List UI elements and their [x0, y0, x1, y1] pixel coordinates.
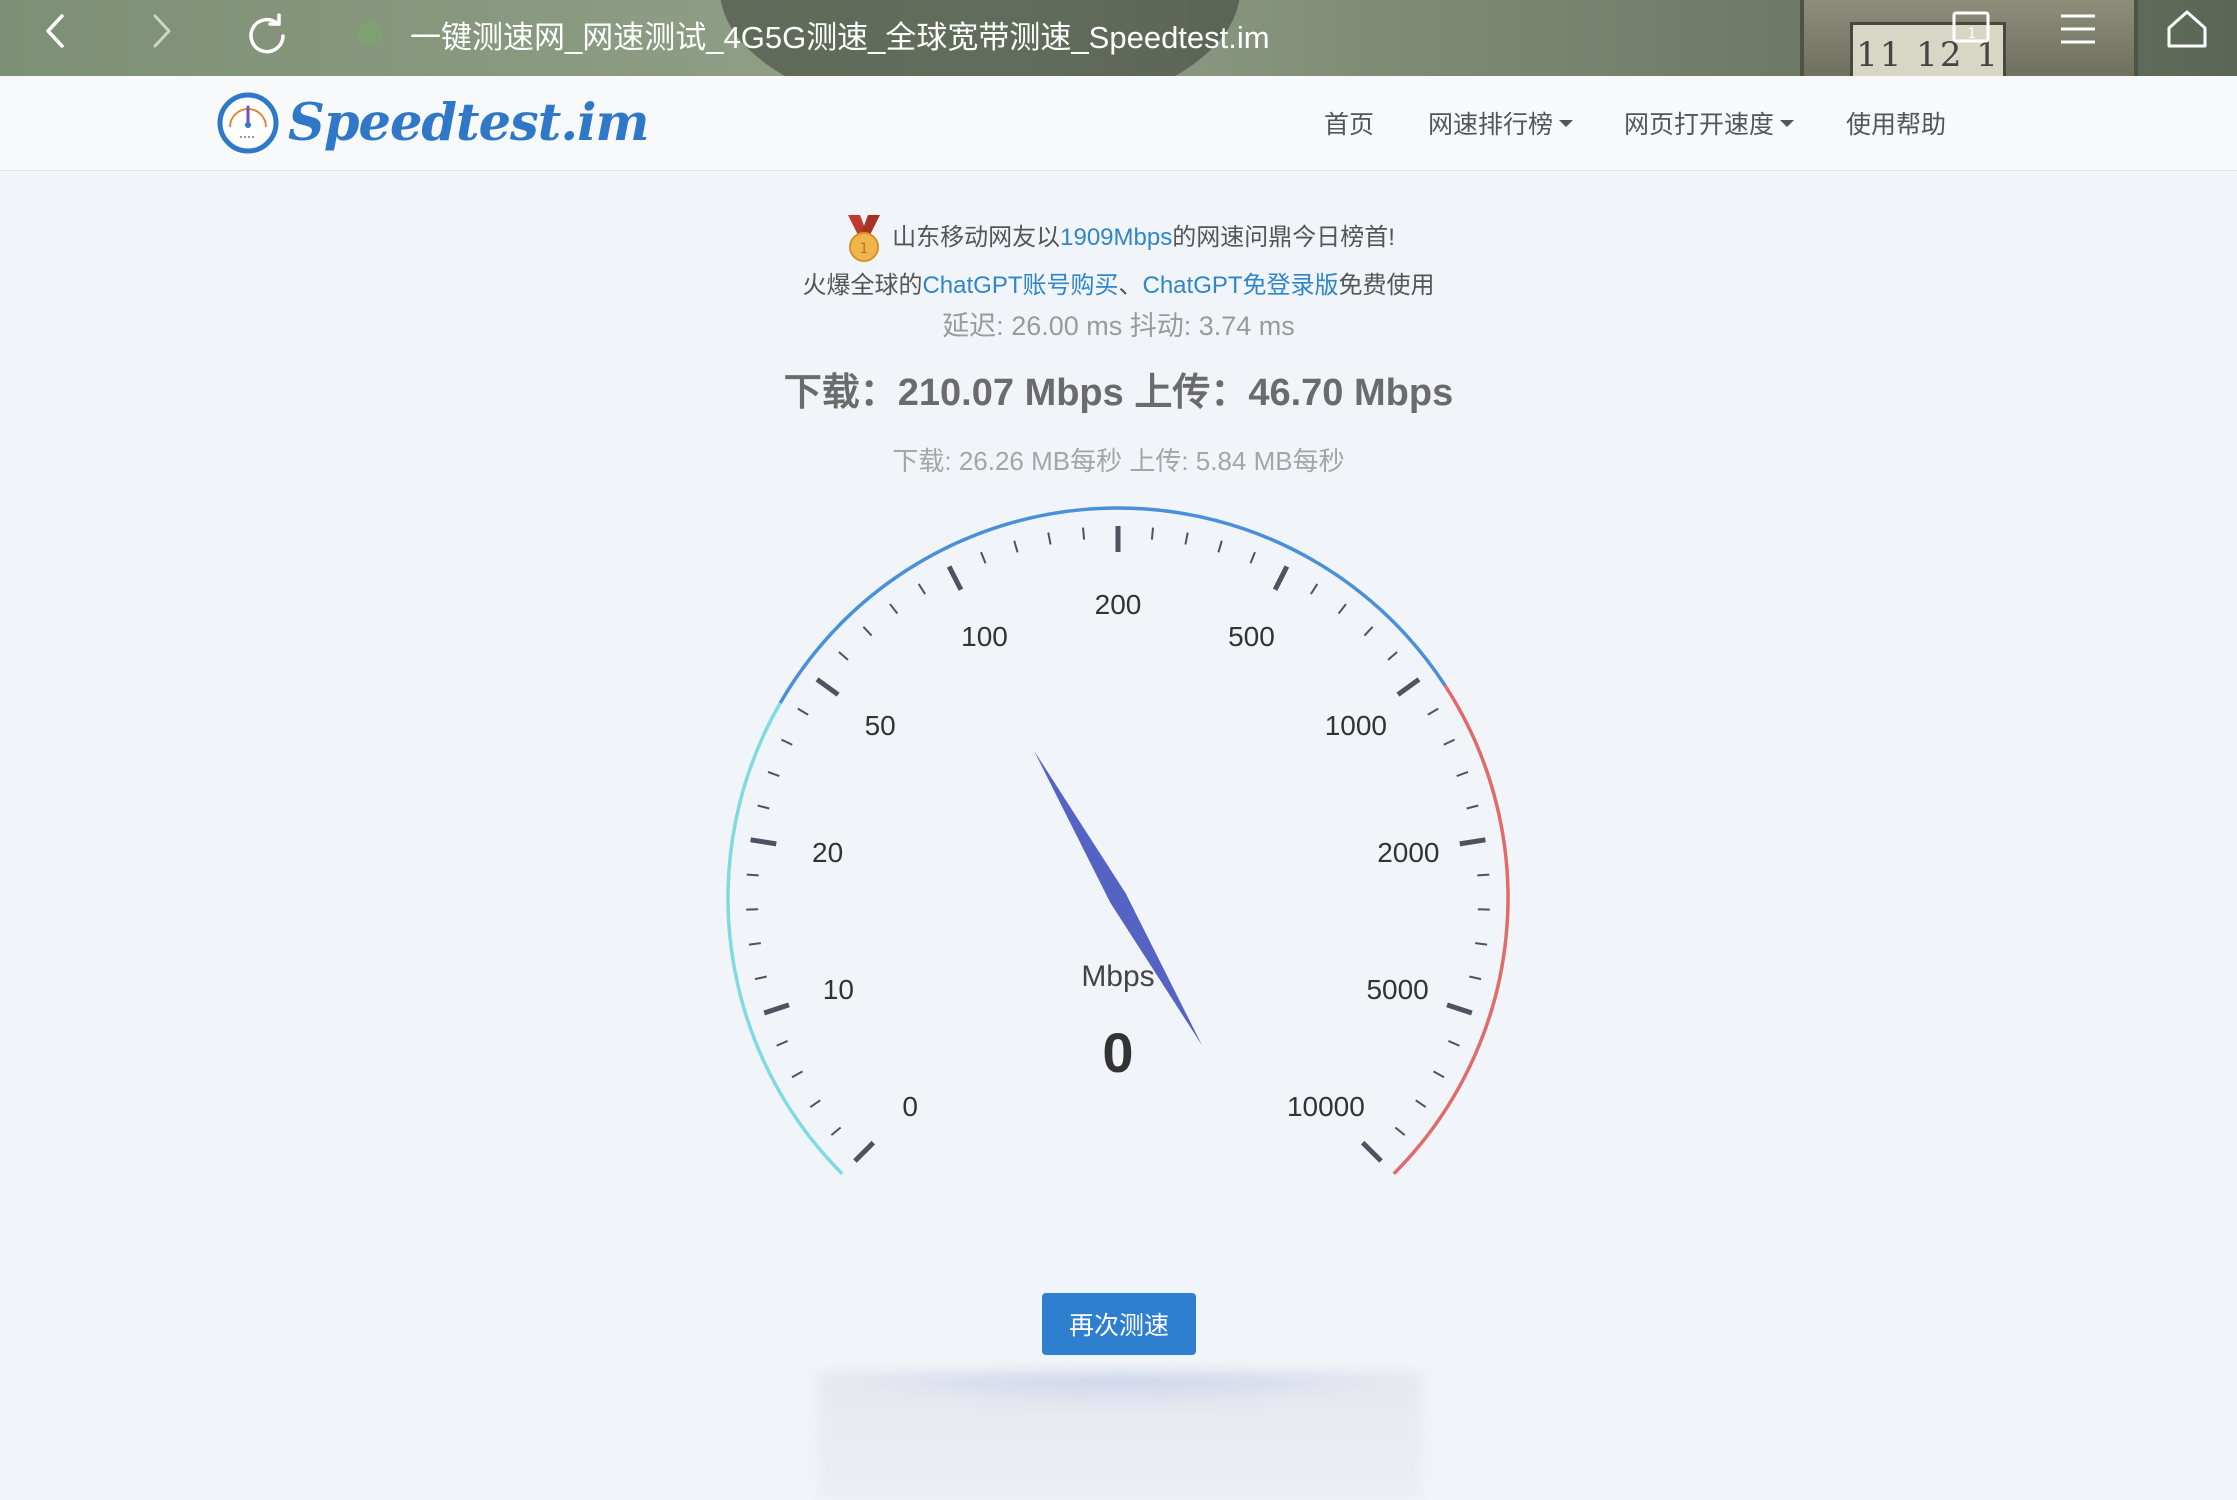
retest-button[interactable]: 再次测速	[1042, 1293, 1196, 1355]
gauge-minor-tick	[746, 873, 759, 877]
gauge-minor-tick	[1150, 527, 1155, 540]
gauge-arc-high	[1392, 684, 1510, 1176]
gauge-label: 10000	[1287, 1091, 1365, 1122]
gauge-minor-tick	[1447, 1040, 1460, 1047]
gauge-minor-tick	[748, 942, 761, 946]
gauge-unit: Mbps	[1081, 960, 1154, 993]
gauge-label: 20	[812, 837, 843, 868]
gauge-minor-tick	[1387, 651, 1398, 661]
speed-gauge: 0 10 20 50 100 200 500 1000 2000 5000 10000 Mbps 0	[726, 506, 1510, 1176]
gauge-label: 2000	[1377, 837, 1439, 868]
gauge-minor-tick	[838, 651, 849, 661]
gauge-minor-tick	[1047, 532, 1052, 545]
gauge-major-tick	[1272, 565, 1290, 591]
gauge-label: 10	[823, 974, 854, 1005]
gauge-minor-tick	[1363, 626, 1374, 637]
gauge-minor-tick	[889, 603, 899, 615]
gauge-major-tick	[1396, 677, 1421, 697]
gauge-minor-tick	[1337, 603, 1347, 615]
gauge-minor-tick	[1469, 975, 1482, 981]
gauge-minor-tick	[776, 1040, 789, 1047]
gauge-minor-tick	[1217, 540, 1223, 553]
gauge-minor-tick	[1466, 804, 1479, 810]
gauge-minor-tick	[862, 626, 873, 637]
gauge-minor-tick	[1432, 1070, 1445, 1079]
gauge-label: 500	[1228, 621, 1275, 652]
gauge-minor-tick	[1394, 1126, 1406, 1136]
gauge-minor-tick	[1427, 707, 1439, 716]
gauge-minor-tick	[1477, 873, 1490, 877]
gauge-major-tick	[750, 837, 777, 847]
gauge-minor-tick	[1475, 942, 1488, 946]
gauge-label: 0	[902, 1091, 918, 1122]
gauge-major-tick	[1360, 1140, 1383, 1163]
gauge-minor-tick	[1310, 583, 1319, 595]
gauge-major-tick	[763, 1002, 790, 1016]
gauge-minor-tick	[1184, 532, 1189, 545]
gauge-minor-tick	[1456, 771, 1469, 777]
gauge-label: 50	[865, 710, 896, 741]
gauge-label: 200	[1095, 589, 1142, 620]
gauge-major-tick	[1446, 1002, 1473, 1016]
gauge-major-tick	[946, 565, 964, 591]
gauge-minor-tick	[809, 1099, 821, 1108]
gauge-minor-tick	[1081, 527, 1086, 540]
gauge-major-tick	[1459, 837, 1486, 847]
gauge-minor-tick	[1415, 1099, 1427, 1108]
gauge-minor-tick	[767, 771, 780, 777]
gauge-label: 100	[961, 621, 1008, 652]
gauge-minor-tick	[830, 1126, 842, 1136]
gauge-minor-tick	[980, 551, 987, 564]
gauge-needle	[1033, 750, 1203, 1046]
gauge-minor-tick	[1443, 738, 1456, 746]
gauge-minor-tick	[1249, 551, 1256, 564]
gauge-minor-tick	[780, 738, 793, 746]
gauge-minor-tick	[797, 707, 809, 716]
gauge-label: 1000	[1325, 710, 1387, 741]
gauge-minor-tick	[791, 1070, 804, 1079]
gauge-minor-tick	[757, 804, 770, 810]
gauge-minor-tick	[754, 975, 767, 981]
gauge-value: 0	[1102, 1021, 1133, 1084]
button-shadow-glow	[818, 1372, 1422, 1500]
gauge-arc-low	[726, 702, 844, 1176]
gauge-label: 5000	[1366, 974, 1428, 1005]
gauge-major-tick	[853, 1140, 876, 1163]
gauge-minor-tick	[917, 583, 926, 595]
gauge-minor-tick	[1013, 540, 1019, 553]
gauge-major-tick	[815, 677, 840, 697]
